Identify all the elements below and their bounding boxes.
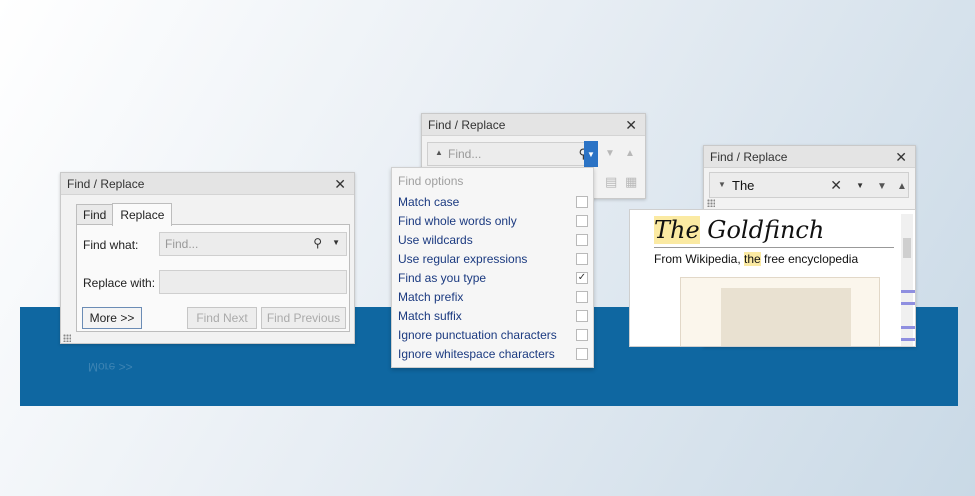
window-title: Find / Replace: [428, 117, 506, 132]
find-options-dropdown: Find options Match case Find whole words…: [391, 167, 594, 368]
find-placeholder: Find...: [165, 237, 199, 251]
cover-art: [721, 288, 851, 346]
subtitle-highlight: the: [744, 252, 761, 266]
close-icon[interactable]: ✕: [334, 177, 346, 191]
collapse-icon[interactable]: ▲: [435, 148, 443, 157]
replace-with-label: Replace with:: [83, 276, 156, 290]
option-label: Match case: [398, 194, 460, 209]
result-marker: [901, 290, 915, 293]
dropdown-header: Find options: [398, 174, 464, 188]
result-marker: [901, 302, 915, 305]
options-dropdown-icon[interactable]: ▼: [856, 181, 864, 190]
option-regex[interactable]: Use regular expressions: [398, 249, 588, 268]
option-label: Ignore punctuation characters: [398, 327, 557, 342]
next-result-icon[interactable]: ▲: [625, 148, 635, 159]
option-ignore-punctuation[interactable]: Ignore punctuation characters: [398, 325, 588, 344]
window-title: Find / Replace: [710, 149, 788, 164]
book-cover-image: [680, 277, 880, 346]
document-title: The Goldfinch: [654, 216, 824, 244]
find-input[interactable]: ▲ Find... ⚲: [427, 142, 597, 166]
titlebar: Find / Replace ✕: [704, 146, 915, 168]
more-button[interactable]: More >>: [82, 307, 142, 329]
find-what-input[interactable]: Find... ⚲ ▼: [159, 232, 347, 256]
replace-icon[interactable]: ▤: [605, 174, 617, 190]
option-match-prefix[interactable]: Match prefix: [398, 287, 588, 306]
checkbox[interactable]: [576, 328, 588, 341]
window-title: Find / Replace: [67, 176, 145, 191]
next-result-icon[interactable]: ▼: [877, 181, 887, 192]
option-label: Use wildcards: [398, 232, 473, 247]
option-label: Find whole words only: [398, 213, 517, 228]
option-label: Use regular expressions: [398, 251, 528, 266]
checkbox[interactable]: [576, 233, 588, 246]
replace-with-input[interactable]: [159, 270, 347, 294]
dropdown-icon[interactable]: ▼: [332, 238, 340, 247]
find-next-button[interactable]: Find Next: [187, 307, 257, 329]
expand-icon[interactable]: ▼: [718, 180, 726, 189]
clear-icon[interactable]: ✕: [830, 177, 842, 194]
scroll-thumb[interactable]: [903, 238, 911, 258]
previous-result-icon[interactable]: ▼: [605, 148, 615, 159]
search-icon[interactable]: ⚲: [313, 236, 322, 250]
option-label: Ignore whitespace characters: [398, 346, 555, 361]
find-replace-window-full: Find / Replace ✕ Find Replace Find what:…: [60, 172, 355, 344]
find-placeholder: Find...: [448, 147, 482, 161]
result-marker: [901, 338, 915, 341]
checkbox-checked[interactable]: ✓: [576, 271, 588, 284]
option-match-case[interactable]: Match case: [398, 192, 588, 211]
option-ignore-whitespace[interactable]: Ignore whitespace characters: [398, 344, 588, 363]
resize-grip-icon[interactable]: [707, 199, 715, 207]
subtitle-pre: From Wikipedia,: [654, 252, 745, 266]
option-label: Match suffix: [398, 308, 462, 323]
close-icon[interactable]: ✕: [895, 150, 907, 164]
previous-result-icon[interactable]: ▲: [897, 181, 907, 192]
result-marker: [901, 326, 915, 329]
divider: [654, 247, 894, 248]
checkbox[interactable]: [576, 309, 588, 322]
checkbox[interactable]: [576, 347, 588, 360]
reflection-more: More >>: [88, 360, 133, 374]
option-wildcards[interactable]: Use wildcards: [398, 230, 588, 249]
find-previous-button[interactable]: Find Previous: [261, 307, 346, 329]
close-icon[interactable]: ✕: [625, 118, 637, 132]
checkbox[interactable]: [576, 252, 588, 265]
document-subtitle: From Wikipedia, the free encyclopedia: [654, 252, 858, 266]
replace-all-icon[interactable]: ▦: [625, 174, 637, 190]
replace-panel: Find what: Find... ⚲ ▼ Replace with: Mor…: [76, 224, 350, 332]
option-label: Find as you type: [398, 270, 487, 285]
title-highlight: The: [654, 216, 700, 244]
document-view: The Goldfinch From Wikipedia, the free e…: [629, 209, 916, 347]
options-dropdown-button[interactable]: ▼: [584, 141, 598, 167]
find-value: The: [732, 178, 755, 193]
titlebar: Find / Replace ✕: [61, 173, 354, 195]
option-match-suffix[interactable]: Match suffix: [398, 306, 588, 325]
checkbox[interactable]: [576, 214, 588, 227]
find-what-label: Find what:: [83, 238, 139, 252]
title-rest: Goldfinch: [699, 216, 825, 244]
option-label: Match prefix: [398, 289, 464, 304]
subtitle-post: free encyclopedia: [760, 252, 859, 266]
checkbox[interactable]: [576, 195, 588, 208]
option-whole-words[interactable]: Find whole words only: [398, 211, 588, 230]
option-find-as-you-type[interactable]: Find as you type ✓: [398, 268, 588, 287]
resize-grip-icon[interactable]: [63, 334, 71, 342]
checkbox[interactable]: [576, 290, 588, 303]
titlebar: Find / Replace ✕: [422, 114, 645, 136]
tab-replace[interactable]: Replace: [112, 203, 173, 226]
